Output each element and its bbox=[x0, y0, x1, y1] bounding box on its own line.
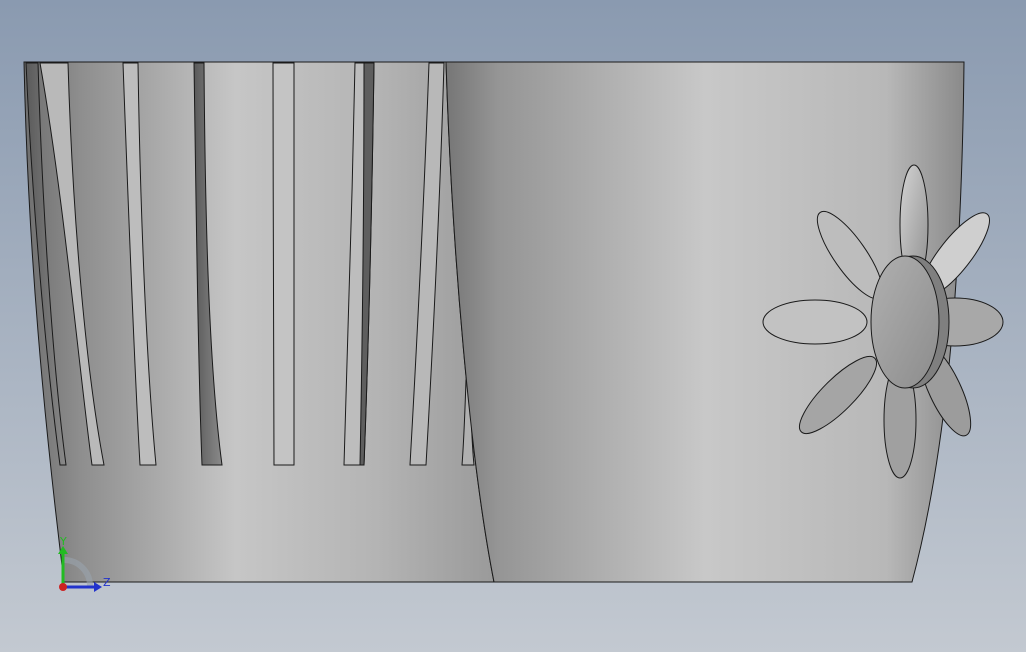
flower-hub-face bbox=[870, 255, 940, 389]
triad-origin bbox=[59, 583, 67, 591]
cad-viewport[interactable]: Y Z bbox=[0, 0, 1026, 652]
slot-5 bbox=[272, 62, 295, 466]
z-axis-label: Z bbox=[103, 576, 111, 589]
y-axis-label: Y bbox=[59, 535, 67, 548]
petal-left bbox=[762, 299, 868, 345]
model-view[interactable]: Y Z bbox=[0, 0, 1026, 652]
